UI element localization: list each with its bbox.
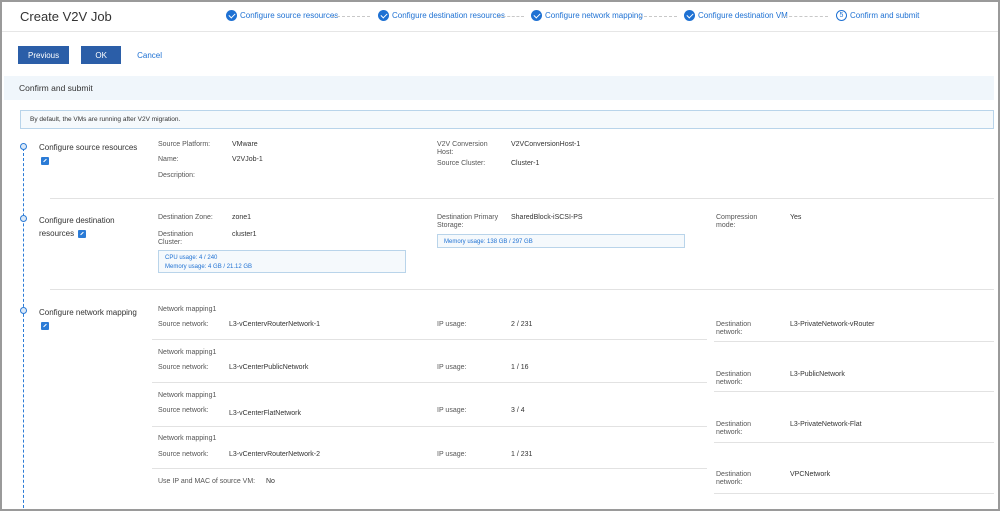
mapping-divider [152,339,707,340]
step-configure-destination-vm[interactable]: Configure destination VM [684,10,788,21]
section-divider [50,198,994,199]
ip-usage-label: IP usage: [437,364,467,371]
mapping-divider [714,341,994,342]
step-divider [639,16,677,17]
ip-usage-label: IP usage: [437,451,467,458]
destination-network-value: L3-PrivateNetwork-Flat [790,421,862,428]
destination-network-label: Destination network: [716,421,752,436]
mapping-divider [152,468,707,469]
ip-usage-value: 1 / 16 [511,364,529,371]
source-platform-label: Source Platform: [158,141,211,148]
cpu-usage: CPU usage: 4 / 240 [165,255,218,261]
mapping-divider [152,382,707,383]
step-number-icon: 5 [836,10,847,21]
source-cluster-label: Source Cluster: [437,160,486,167]
storage-usage: Memory usage: 138 GB / 297 GB [444,239,533,245]
mapping-divider [714,493,994,494]
destination-network-label: Destination network: [716,471,752,486]
timeline-line [23,148,24,509]
source-network-label: Source network: [158,364,209,371]
ip-usage-value: 2 / 231 [511,321,533,328]
section-title: Confirm and submit [19,83,93,93]
cancel-link[interactable]: Cancel [137,51,162,60]
source-cluster-value: Cluster-1 [511,160,540,167]
mapping-heading: Network mapping1 [158,306,217,313]
destination-zone-value: zone1 [232,214,252,221]
step-confirm-submit[interactable]: 5 Confirm and submit [836,10,919,21]
mapping-divider [714,391,994,392]
description-label: Description: [158,172,195,179]
step-divider [332,16,370,17]
step-configure-network[interactable]: Configure network mapping [531,10,643,21]
source-section-title: Configure source resources [39,141,137,167]
memory-usage: Memory usage: 4 GB / 21.12 GB [165,264,253,270]
storage-usage-box: Memory usage: 138 GB / 297 GB [437,234,685,248]
edit-icon[interactable] [41,156,49,165]
destination-zone-label: Destination Zone: [158,214,213,221]
wizard-steps: Configure source resources Configure des… [2,2,998,32]
section-header: Confirm and submit [4,76,994,100]
primary-storage-label: Destination Primary Storage: [437,214,499,229]
previous-button[interactable]: Previous [18,46,70,64]
step-divider [784,16,828,17]
source-network-value: L3-vCentervRouterNetwork-1 [229,321,321,328]
name-label: Name: [158,156,179,163]
mapping-heading: Network mapping1 [158,349,217,356]
timeline-node [20,143,27,150]
conversion-host-value: V2VConversionHost-1 [511,141,581,148]
create-v2v-job-window: Create V2V Job Configure source resource… [0,0,1000,511]
check-circle-icon [226,10,237,21]
step-divider [498,16,524,17]
destination-network-value: L3-PrivateNetwork-vRouter [790,321,875,328]
check-circle-icon [378,10,389,21]
mapping-heading: Network mapping1 [158,435,217,442]
destination-network-value: VPCNetwork [790,471,831,478]
info-message: By default, the VMs are running after V2… [20,110,994,129]
edit-icon[interactable] [78,229,87,238]
check-circle-icon [684,10,695,21]
destination-network-value: L3-PublicNetwork [790,371,845,378]
ip-usage-value: 3 / 4 [511,407,525,414]
cluster-usage-box: CPU usage: 4 / 240 Memory usage: 4 GB / … [158,250,406,273]
ip-usage-value: 1 / 231 [511,451,533,458]
edit-icon[interactable] [41,321,49,330]
compression-label: Compression mode: [716,214,758,229]
timeline-node [20,215,27,222]
source-network-label: Source network: [158,321,209,328]
use-ip-mac-label: Use IP and MAC of source VM: [158,478,256,485]
primary-storage-value: SharedBlock-iSCSI-PS [511,214,583,221]
check-circle-icon [531,10,542,21]
ip-usage-label: IP usage: [437,321,467,328]
name-value: V2VJob-1 [232,156,263,163]
step-configure-source[interactable]: Configure source resources [226,10,338,21]
header: Create V2V Job Configure source resource… [2,2,998,32]
mapping-divider [714,442,994,443]
mapping-divider [152,426,707,427]
source-network-label: Source network: [158,451,209,458]
source-platform-value: VMware [232,141,258,148]
source-network-value: L3-vCentervRouterNetwork-2 [229,451,321,458]
ip-usage-label: IP usage: [437,407,467,414]
destination-network-label: Destination network: [716,321,752,336]
timeline-node [20,307,27,314]
conversion-host-label: V2V Conversion Host: [437,141,488,156]
use-ip-mac-value: No [266,478,275,485]
ok-button[interactable]: OK [81,46,122,64]
section-divider [50,289,994,290]
mapping-heading: Network mapping1 [158,392,217,399]
destination-network-label: Destination network: [716,371,752,386]
source-network-value: L3-vCenterFlatNetwork [229,410,301,417]
step-configure-destination[interactable]: Configure destination resources [378,10,505,21]
destination-cluster-label: Destination Cluster: [158,231,194,246]
action-bar: Previous OK Cancel [18,46,162,64]
destination-section-title: Configure destination resources [39,216,115,238]
source-network-label: Source network: [158,407,209,414]
network-section-title: Configure network mapping [39,306,137,332]
source-network-value: L3-vCenterPublicNetwork [229,364,309,371]
compression-value: Yes [790,214,802,221]
destination-cluster-value: cluster1 [232,231,257,238]
